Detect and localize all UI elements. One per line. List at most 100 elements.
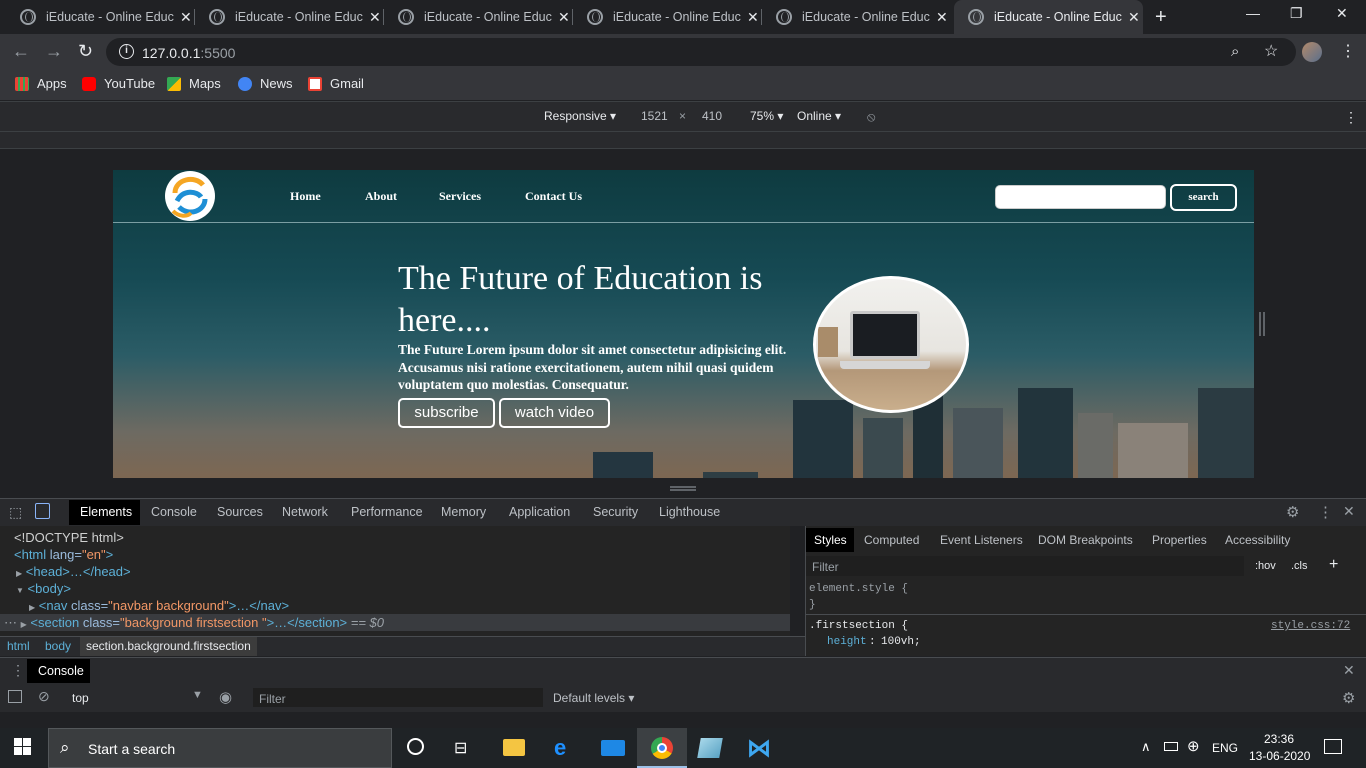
context-dropdown-icon[interactable]: ▼	[192, 689, 203, 701]
edge-icon[interactable]: e	[554, 735, 566, 761]
expand-arrow-icon[interactable]: ▶	[21, 620, 27, 629]
nav-services[interactable]: Services	[439, 189, 481, 204]
chevron-up-icon[interactable]: ∧	[1141, 739, 1151, 755]
watch-video-button[interactable]: watch video	[499, 398, 610, 428]
notepad-icon[interactable]	[697, 738, 723, 758]
mail-icon[interactable]	[601, 740, 625, 756]
info-icon[interactable]: i	[119, 44, 134, 59]
breadcrumb-section[interactable]: section.background.firstsection	[80, 637, 257, 656]
eye-icon[interactable]: ◉	[219, 688, 232, 706]
device-mode-select[interactable]: Responsive ▾	[544, 109, 616, 123]
tab-styles[interactable]: Styles	[814, 533, 847, 547]
tab-event-listeners[interactable]: Event Listeners	[940, 533, 1023, 547]
bookmark-apps[interactable]: Apps	[15, 76, 67, 91]
dom-html[interactable]: <html lang="en">	[14, 547, 113, 562]
language-indicator[interactable]: ENG	[1212, 741, 1238, 755]
width-input[interactable]: 1521	[641, 109, 668, 123]
minimize-icon[interactable]: —	[1246, 5, 1260, 21]
notification-icon[interactable]	[1324, 739, 1342, 754]
bookmark-maps[interactable]: Maps	[167, 76, 221, 91]
url-text[interactable]: 127.0.0.1:5500	[142, 45, 235, 61]
vscode-icon[interactable]: ⋈	[747, 734, 771, 763]
clock-date[interactable]: 13-06-2020	[1249, 749, 1310, 763]
cls-toggle[interactable]: .cls	[1291, 560, 1308, 572]
address-bar[interactable]	[106, 38, 1296, 66]
site-search-input[interactable]	[995, 185, 1166, 209]
restore-icon[interactable]: ❐	[1290, 5, 1303, 22]
tab-properties[interactable]: Properties	[1152, 533, 1207, 547]
collapse-arrow-icon[interactable]: ▼	[16, 586, 24, 595]
rule-source-link[interactable]: style.css:72	[1271, 620, 1350, 632]
nav-home[interactable]: Home	[290, 189, 321, 204]
tab-console[interactable]: Console	[151, 505, 197, 519]
styles-filter-input[interactable]	[806, 556, 1244, 576]
rule-selector[interactable]: .firstsection {	[809, 620, 908, 632]
rule-value[interactable]: 100vh;	[881, 636, 921, 648]
tab-accessibility[interactable]: Accessibility	[1225, 533, 1290, 547]
browser-tab[interactable]: iEducate - Online Educa ✕	[384, 0, 573, 34]
tab-computed[interactable]: Computed	[864, 533, 919, 547]
breadcrumb-html[interactable]: html	[7, 639, 30, 653]
dom-section[interactable]: ⋯ ▶ <section class="background firstsect…	[4, 615, 384, 631]
hov-toggle[interactable]: :hov	[1255, 560, 1276, 572]
file-explorer-icon[interactable]	[503, 739, 525, 756]
close-devtools-icon[interactable]: ✕	[1343, 503, 1355, 520]
close-tab-icon[interactable]: ✕	[936, 9, 948, 26]
subscribe-button[interactable]: subscribe	[398, 398, 495, 428]
zoom-select[interactable]: 75% ▾	[750, 109, 783, 123]
breadcrumb-body[interactable]: body	[45, 639, 71, 653]
expand-arrow-icon[interactable]: ▶	[16, 569, 22, 578]
throttle-select[interactable]: Online ▾	[797, 109, 841, 123]
chrome-icon[interactable]	[651, 737, 673, 759]
bookmark-news[interactable]: News	[238, 76, 293, 91]
tab-performance[interactable]: Performance	[351, 505, 423, 519]
browser-tab[interactable]: iEducate - Online Educa ✕	[762, 0, 951, 34]
dom-nav[interactable]: ▶ <nav class="navbar background">…</nav>	[29, 598, 289, 613]
network-globe-icon[interactable]: ⊕	[1187, 737, 1200, 755]
avatar[interactable]	[1302, 42, 1322, 62]
element-style-selector[interactable]: element.style {	[809, 583, 908, 595]
tab-memory[interactable]: Memory	[441, 505, 486, 519]
new-rule-icon[interactable]: +	[1329, 556, 1338, 574]
tab-application[interactable]: Application	[509, 505, 570, 519]
site-search-button[interactable]: search	[1170, 184, 1237, 211]
battery-icon[interactable]	[1164, 742, 1178, 751]
expand-arrow-icon[interactable]: ▶	[29, 603, 35, 612]
browser-tab[interactable]: iEducate - Online Educa ✕	[6, 0, 195, 34]
tab-elements[interactable]: Elements	[80, 505, 132, 519]
resize-handle-right[interactable]	[1259, 312, 1265, 336]
tab-security[interactable]: Security	[593, 505, 638, 519]
star-icon[interactable]: ☆	[1264, 41, 1278, 61]
forward-icon[interactable]: →	[45, 41, 63, 62]
levels-select[interactable]: Default levels ▾	[553, 691, 634, 705]
clock-time[interactable]: 23:36	[1264, 732, 1294, 746]
height-input[interactable]: 410	[702, 109, 722, 123]
windows-start-icon[interactable]	[14, 738, 32, 756]
menu-icon[interactable]: ⋮	[1340, 41, 1356, 61]
new-tab-icon[interactable]: +	[1155, 6, 1167, 29]
drawer-tab-console[interactable]: Console	[38, 664, 84, 678]
bookmark-gmail[interactable]: Gmail	[308, 76, 364, 91]
resize-handle-bottom[interactable]	[670, 486, 696, 491]
close-tab-icon[interactable]: ✕	[558, 9, 570, 26]
drawer-menu-icon[interactable]: ⋮	[11, 662, 25, 679]
bookmark-youtube[interactable]: YouTube	[82, 76, 155, 91]
tab-network[interactable]: Network	[282, 505, 328, 519]
inspect-element-icon[interactable]: ⬚	[9, 504, 22, 521]
devtools-more-icon[interactable]: ⋮	[1318, 503, 1333, 521]
rotate-icon[interactable]: ⦸	[867, 109, 875, 125]
task-view-icon[interactable]: ⊟	[454, 738, 467, 758]
close-tab-icon[interactable]: ✕	[180, 9, 192, 26]
rule-property[interactable]: height	[827, 636, 867, 648]
browser-tab-active[interactable]: iEducate - Online Educa ✕	[954, 0, 1143, 34]
ellipsis-icon[interactable]: ⋯	[4, 615, 17, 630]
media-query-bar[interactable]	[0, 131, 1366, 149]
dom-body[interactable]: ▼ <body>	[16, 581, 71, 596]
tab-sources[interactable]: Sources	[217, 505, 263, 519]
close-window-icon[interactable]: ✕	[1336, 5, 1348, 22]
zoom-icon[interactable]: ⌕	[1231, 43, 1239, 60]
nav-contact-us[interactable]: Contact Us	[525, 189, 582, 204]
clear-console-icon[interactable]: ⊘	[38, 688, 50, 705]
tab-dom-breakpoints[interactable]: DOM Breakpoints	[1038, 533, 1133, 547]
dom-head[interactable]: ▶ <head>…</head>	[16, 564, 131, 579]
